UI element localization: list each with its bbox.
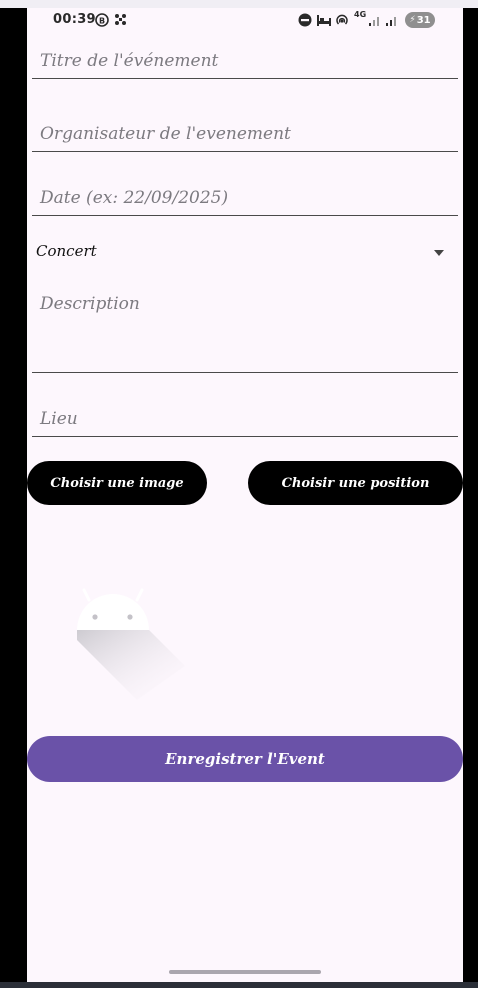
event-date-placeholder: Date (ex: 22/09/2025) [40, 188, 229, 208]
device-top-edge [0, 0, 478, 8]
status-bar: 00:39 B 4G ⚡ 31 [27, 8, 463, 34]
battery-level: 31 [416, 14, 431, 26]
event-location-field[interactable]: Lieu [32, 406, 458, 437]
grid-dots-icon [115, 14, 126, 25]
event-organizer-placeholder: Organisateur de l'evenement [40, 124, 291, 144]
event-description-field[interactable]: Description [32, 288, 458, 373]
signal-strength-icon [369, 17, 379, 26]
hotspot-icon [336, 14, 348, 25]
network-type: 4G [354, 10, 367, 19]
android-robot-icon [77, 588, 185, 700]
device-bottom-edge [0, 982, 478, 988]
svg-text:B: B [99, 17, 105, 26]
event-title-placeholder: Titre de l'événement [40, 51, 219, 71]
do-not-disturb-icon [298, 13, 312, 27]
save-event-button[interactable]: Enregistrer l'Event [27, 736, 463, 782]
data-saver-icon: B [95, 13, 109, 27]
bed-icon [317, 15, 331, 26]
app-screen: 00:39 B 4G ⚡ 31 Titre de l'événement Org… [27, 8, 463, 982]
choose-position-button[interactable]: Choisir une position [248, 461, 463, 505]
event-category-value: Concert [36, 242, 97, 260]
event-date-field[interactable]: Date (ex: 22/09/2025) [32, 184, 458, 216]
status-time: 00:39 [53, 12, 96, 27]
signal-strength-2-icon [386, 17, 396, 26]
event-description-placeholder: Description [40, 294, 140, 314]
choose-image-button[interactable]: Choisir une image [27, 461, 207, 505]
event-location-placeholder: Lieu [40, 409, 78, 429]
dropdown-arrow-icon [434, 250, 444, 256]
event-category-spinner[interactable]: Concert [32, 238, 458, 268]
gesture-nav-handle[interactable] [169, 970, 321, 974]
event-title-field[interactable]: Titre de l'événement [32, 48, 458, 79]
battery-bolt-icon: ⚡ [409, 15, 416, 25]
event-organizer-field[interactable]: Organisateur de l'evenement [32, 120, 458, 152]
battery-indicator: ⚡ 31 [405, 12, 435, 28]
